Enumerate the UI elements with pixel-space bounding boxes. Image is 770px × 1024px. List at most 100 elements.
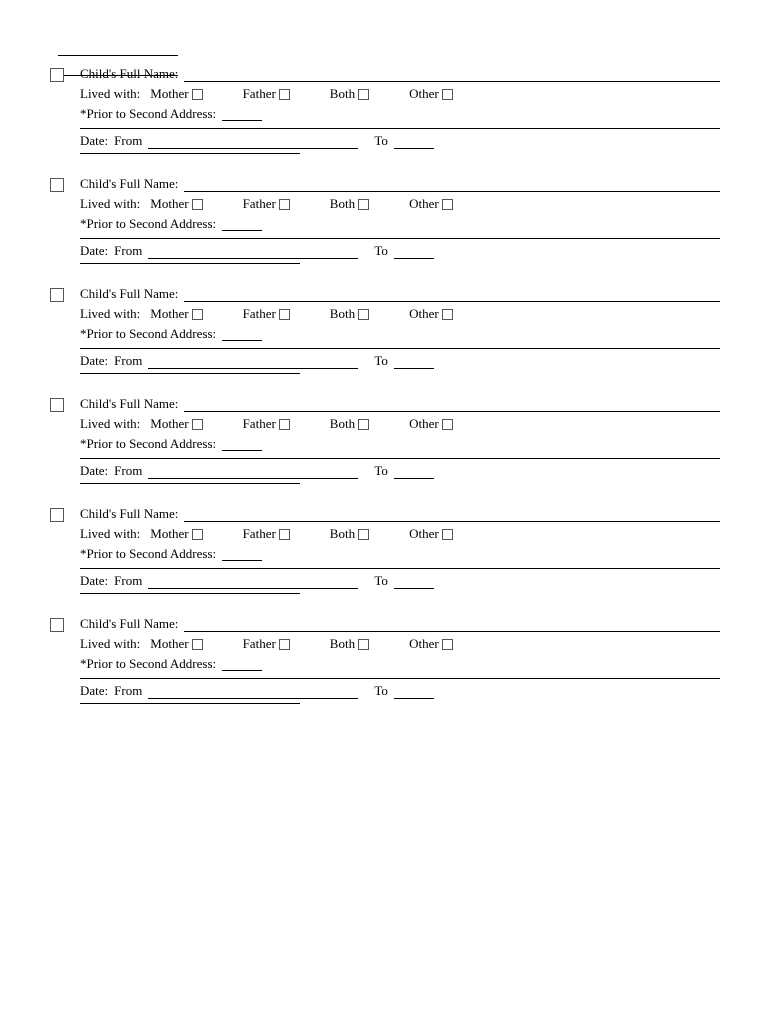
child-name-row-1: Child's Full Name:	[80, 66, 720, 82]
other-label-5: Other	[409, 526, 439, 542]
mother-label-3: Mother	[150, 306, 188, 322]
date-label-3: Date:	[80, 353, 108, 369]
child-name-field-6[interactable]	[184, 616, 720, 632]
other-checkbox-1[interactable]	[442, 89, 453, 100]
both-checkbox-2[interactable]	[358, 199, 369, 210]
date-from-field-3[interactable]	[148, 353, 358, 369]
date-from-field-5[interactable]	[148, 573, 358, 589]
prior-address-field-2[interactable]	[222, 217, 262, 231]
prior-address-field-6[interactable]	[222, 657, 262, 671]
divider-5	[80, 568, 720, 569]
divider-3	[80, 348, 720, 349]
child-name-label-6: Child's Full Name:	[80, 616, 178, 632]
prior-address-field-1[interactable]	[222, 107, 262, 121]
section-checkbox-1[interactable]	[50, 68, 64, 82]
section-2: Child's Full Name: Lived with: Mother Fa…	[50, 176, 720, 278]
prior-address-field-5[interactable]	[222, 547, 262, 561]
father-checkbox-6[interactable]	[279, 639, 290, 650]
section-content-4: Child's Full Name: Lived with: Mother Fa…	[80, 396, 720, 498]
father-checkbox-1[interactable]	[279, 89, 290, 100]
date-to-field-5[interactable]	[394, 573, 434, 589]
mother-checkbox-3[interactable]	[192, 309, 203, 320]
to-label-5: To	[374, 573, 388, 589]
mother-checkbox-2[interactable]	[192, 199, 203, 210]
date-from-field-6[interactable]	[148, 683, 358, 699]
date-sub-line-5	[80, 593, 300, 594]
father-checkbox-4[interactable]	[279, 419, 290, 430]
mother-checkbox-5[interactable]	[192, 529, 203, 540]
date-row-2: Date: From To	[80, 243, 720, 259]
mother-option-6: Mother	[150, 636, 202, 652]
mother-checkbox-6[interactable]	[192, 639, 203, 650]
case-no-field[interactable]	[58, 40, 178, 56]
father-label-4: Father	[243, 416, 276, 432]
both-checkbox-6[interactable]	[358, 639, 369, 650]
date-to-section-2: To	[374, 243, 434, 259]
father-label-1: Father	[243, 86, 276, 102]
date-to-field-6[interactable]	[394, 683, 434, 699]
date-to-field-3[interactable]	[394, 353, 434, 369]
other-option-2: Other	[409, 196, 453, 212]
other-label-4: Other	[409, 416, 439, 432]
child-name-label-2: Child's Full Name:	[80, 176, 178, 192]
child-section-6: Child's Full Name: Lived with: Mother Fa…	[50, 616, 720, 718]
father-label-2: Father	[243, 196, 276, 212]
prior-address-field-4[interactable]	[222, 437, 262, 451]
both-label-6: Both	[330, 636, 355, 652]
date-sub-line-2	[80, 263, 300, 264]
both-option-3: Both	[330, 306, 369, 322]
father-checkbox-2[interactable]	[279, 199, 290, 210]
father-option-5: Father	[243, 526, 290, 542]
child-name-field-2[interactable]	[184, 176, 720, 192]
child-name-row-3: Child's Full Name:	[80, 286, 720, 302]
from-label-5: From	[114, 573, 142, 589]
father-checkbox-3[interactable]	[279, 309, 290, 320]
other-option-1: Other	[409, 86, 453, 102]
lived-with-row-3: Lived with: Mother Father Both Other	[80, 306, 720, 322]
other-checkbox-4[interactable]	[442, 419, 453, 430]
both-checkbox-3[interactable]	[358, 309, 369, 320]
child-name-field-4[interactable]	[184, 396, 720, 412]
child-name-field-1[interactable]	[184, 66, 720, 82]
both-checkbox-4[interactable]	[358, 419, 369, 430]
case-no-row	[50, 40, 720, 56]
mother-checkbox-1[interactable]	[192, 89, 203, 100]
child-name-row-6: Child's Full Name:	[80, 616, 720, 632]
father-checkbox-5[interactable]	[279, 529, 290, 540]
prior-address-label-6: *Prior to Second Address:	[80, 656, 216, 672]
date-row-5: Date: From To	[80, 573, 720, 589]
section-checkbox-4[interactable]	[50, 398, 64, 412]
other-checkbox-3[interactable]	[442, 309, 453, 320]
lived-with-row-1: Lived with: Mother Father Both Other	[80, 86, 720, 102]
child-name-row-4: Child's Full Name:	[80, 396, 720, 412]
lived-with-label-2: Lived with:	[80, 196, 140, 212]
section-content-2: Child's Full Name: Lived with: Mother Fa…	[80, 176, 720, 278]
section-checkbox-2[interactable]	[50, 178, 64, 192]
section-content-5: Child's Full Name: Lived with: Mother Fa…	[80, 506, 720, 608]
date-from-field-1[interactable]	[148, 133, 358, 149]
section-checkbox-5[interactable]	[50, 508, 64, 522]
both-option-1: Both	[330, 86, 369, 102]
other-checkbox-2[interactable]	[442, 199, 453, 210]
section-checkbox-6[interactable]	[50, 618, 64, 632]
date-to-field-2[interactable]	[394, 243, 434, 259]
prior-address-label-5: *Prior to Second Address:	[80, 546, 216, 562]
father-label-5: Father	[243, 526, 276, 542]
date-from-field-4[interactable]	[148, 463, 358, 479]
lived-with-label-6: Lived with:	[80, 636, 140, 652]
both-option-2: Both	[330, 196, 369, 212]
date-to-field-4[interactable]	[394, 463, 434, 479]
date-to-field-1[interactable]	[394, 133, 434, 149]
date-label-1: Date:	[80, 133, 108, 149]
other-checkbox-6[interactable]	[442, 639, 453, 650]
both-checkbox-5[interactable]	[358, 529, 369, 540]
both-checkbox-1[interactable]	[358, 89, 369, 100]
mother-checkbox-4[interactable]	[192, 419, 203, 430]
prior-address-field-3[interactable]	[222, 327, 262, 341]
other-checkbox-5[interactable]	[442, 529, 453, 540]
child-name-field-5[interactable]	[184, 506, 720, 522]
child-name-field-3[interactable]	[184, 286, 720, 302]
mother-label-6: Mother	[150, 636, 188, 652]
date-from-field-2[interactable]	[148, 243, 358, 259]
section-checkbox-3[interactable]	[50, 288, 64, 302]
